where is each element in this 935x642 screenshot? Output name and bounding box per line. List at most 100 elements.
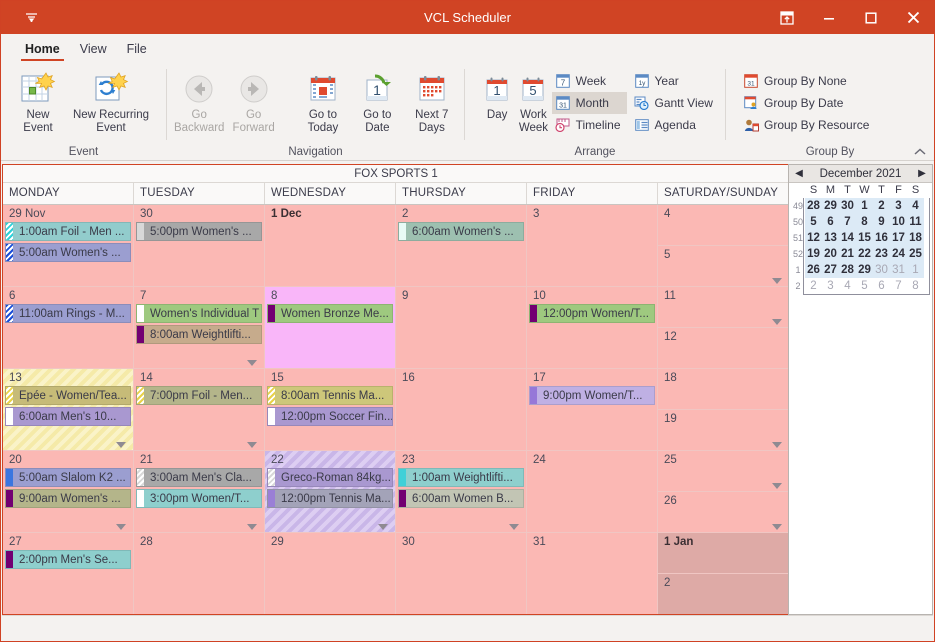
calendar-day-cell[interactable]: 18 <box>658 369 789 410</box>
more-events-arrow[interactable] <box>772 319 782 325</box>
mini-calendar-day[interactable]: 2 <box>873 198 890 214</box>
calendar-day-cell[interactable]: 16 <box>396 369 527 450</box>
calendar-day-cell[interactable]: 4 <box>658 205 789 246</box>
tab-home[interactable]: Home <box>15 39 70 60</box>
mini-calendar-day[interactable]: 29 <box>822 198 839 214</box>
calendar-event[interactable]: 5:00am Women's ... <box>5 243 131 262</box>
mini-calendar-day[interactable]: 30 <box>839 198 856 214</box>
calendar-day-cell[interactable]: 28 <box>134 533 265 614</box>
calendar-event[interactable]: 9:00pm Women/T... <box>529 386 655 405</box>
mini-calendar-day[interactable]: 29 <box>856 262 873 278</box>
calendar-event[interactable]: 9:00am Women's ... <box>5 489 131 508</box>
calendar-day-cell[interactable]: 29 Nov1:00am Foil - Men ...5:00am Women'… <box>3 205 134 286</box>
quick-access-toolbar[interactable] <box>1 11 61 24</box>
mini-calendar-day[interactable]: 4 <box>907 198 924 214</box>
more-events-arrow[interactable] <box>772 278 782 284</box>
collapse-ribbon-icon[interactable] <box>914 147 926 159</box>
calendar-event[interactable]: 6:00am Men's 10... <box>5 407 131 426</box>
go-forward-button[interactable]: Go Forward <box>227 67 279 135</box>
mini-calendar-day[interactable]: 17 <box>890 230 907 246</box>
calendar-event[interactable]: 3:00pm Women/T... <box>136 489 262 508</box>
more-events-arrow[interactable] <box>247 442 257 448</box>
timeline-view-button[interactable]: Timeline <box>552 114 627 136</box>
mini-calendar-day[interactable]: 15 <box>856 230 873 246</box>
more-events-arrow[interactable] <box>116 442 126 448</box>
mini-calendar-day[interactable]: 28 <box>839 262 856 278</box>
mini-calendar-day[interactable]: 1 <box>856 198 873 214</box>
mini-calendar-day[interactable]: 20 <box>822 246 839 262</box>
year-view-button[interactable]: 1y Year <box>631 70 719 92</box>
mini-calendar-day[interactable]: 7 <box>839 214 856 230</box>
calendar-day-cell[interactable]: 24 <box>527 451 658 532</box>
calendar-event[interactable]: 5:00pm Women's ... <box>136 222 262 241</box>
more-events-arrow[interactable] <box>509 524 519 530</box>
mini-calendar-day[interactable]: 19 <box>805 246 822 262</box>
mini-calendar-day[interactable]: 21 <box>839 246 856 262</box>
mini-calendar-day[interactable]: 4 <box>839 278 856 294</box>
mini-calendar-day[interactable]: 30 <box>873 262 890 278</box>
calendar-day-cell[interactable]: 29 <box>265 533 396 614</box>
next-month-button[interactable]: ▶ <box>916 168 928 179</box>
week-view-button[interactable]: 7 Week <box>552 70 627 92</box>
calendar-event[interactable]: 12:00pm Soccer Fin... <box>267 407 393 426</box>
date-navigator[interactable]: ◀ December 2021 ▶ S M T W T F S 49282930… <box>788 164 933 615</box>
next-7-days-button[interactable]: Next 7 Days <box>406 67 458 135</box>
mini-calendar-day[interactable]: 13 <box>822 230 839 246</box>
tab-view[interactable]: View <box>70 39 117 60</box>
group-by-date-button[interactable]: Group By Date <box>740 92 875 114</box>
close-button[interactable] <box>892 1 934 34</box>
mini-calendar-day[interactable]: 6 <box>873 278 890 294</box>
calendar-event[interactable]: 11:00am Rings - M... <box>5 304 131 323</box>
calendar-day-cell[interactable]: 26 <box>658 492 789 532</box>
work-week-view-button[interactable]: 5 Work Week <box>515 67 551 135</box>
mini-calendar-day[interactable]: 1 <box>907 262 924 278</box>
new-recurring-event-button[interactable]: New Recurring Event <box>69 67 153 135</box>
mini-calendar-day[interactable]: 31 <box>890 262 907 278</box>
day-view-button[interactable]: 1 Day <box>479 67 515 122</box>
ribbon-display-options-icon[interactable] <box>766 1 808 34</box>
calendar-day-cell[interactable]: 19 <box>658 410 789 450</box>
mini-calendar-day[interactable]: 14 <box>839 230 856 246</box>
tab-file[interactable]: File <box>117 39 157 60</box>
calendar-day-cell[interactable]: 1 Dec <box>265 205 396 286</box>
calendar-event[interactable]: 1:00am Foil - Men ... <box>5 222 131 241</box>
group-by-resource-button[interactable]: Group By Resource <box>740 114 875 136</box>
mini-calendar-day[interactable]: 2 <box>805 278 822 294</box>
calendar-event[interactable]: 8:00am Tennis Ma... <box>267 386 393 405</box>
mini-calendar-day[interactable]: 9 <box>873 214 890 230</box>
calendar-day-cell[interactable]: 31 <box>527 533 658 614</box>
calendar-day-cell[interactable]: 8Women Bronze Me... <box>265 287 396 368</box>
calendar-event[interactable]: 6:00am Women B... <box>398 489 524 508</box>
calendar-day-cell[interactable]: 179:00pm Women/T... <box>527 369 658 450</box>
calendar-event[interactable]: 7:00pm Foil - Men... <box>136 386 262 405</box>
prev-month-button[interactable]: ◀ <box>793 168 805 179</box>
mini-calendar-day[interactable]: 18 <box>907 230 924 246</box>
mini-calendar-day[interactable]: 26 <box>805 262 822 278</box>
mini-calendar-day[interactable]: 24 <box>890 246 907 262</box>
minimize-button[interactable] <box>808 1 850 34</box>
mini-calendar-day[interactable]: 5 <box>805 214 822 230</box>
calendar-day-cell[interactable]: 13Épée - Women/Tea...6:00am Men's 10... <box>3 369 134 450</box>
calendar-day-cell[interactable]: 12 <box>658 328 789 368</box>
calendar-event[interactable]: 6:00am Women's ... <box>398 222 524 241</box>
mini-calendar-day[interactable]: 3 <box>890 198 907 214</box>
mini-calendar-day[interactable]: 12 <box>805 230 822 246</box>
calendar-day-cell[interactable]: 305:00pm Women's ... <box>134 205 265 286</box>
mini-calendar-day[interactable]: 22 <box>856 246 873 262</box>
calendar-day-cell[interactable]: 25 <box>658 451 789 492</box>
calendar-event[interactable]: Épée - Women/Tea... <box>5 386 131 405</box>
mini-calendar-day[interactable]: 8 <box>856 214 873 230</box>
more-events-arrow[interactable] <box>116 524 126 530</box>
mini-calendar-day[interactable]: 7 <box>890 278 907 294</box>
customize-quick-access-toolbar-icon[interactable] <box>25 11 38 24</box>
more-events-arrow[interactable] <box>378 524 388 530</box>
calendar-day-cell[interactable]: 11 <box>658 287 789 328</box>
month-view[interactable]: FOX SPORTS 1 MONDAY TUESDAY WEDNESDAY TH… <box>2 164 790 615</box>
mini-calendar-day[interactable]: 11 <box>907 214 924 230</box>
agenda-view-button[interactable]: Agenda <box>631 114 719 136</box>
calendar-day-cell[interactable]: 7Women's Individual T8:00am Weightlifti.… <box>134 287 265 368</box>
calendar-day-cell[interactable]: 22Greco-Roman 84kg...12:00pm Tennis Ma..… <box>265 451 396 532</box>
calendar-day-cell[interactable]: 231:00am Weightlifti...6:00am Women B... <box>396 451 527 532</box>
calendar-event[interactable]: 3:00am Men's Cla... <box>136 468 262 487</box>
mini-calendar-day[interactable]: 25 <box>907 246 924 262</box>
